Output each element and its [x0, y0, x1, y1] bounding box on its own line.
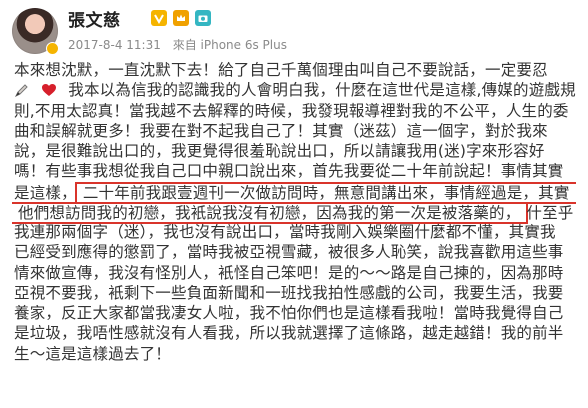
post-line: 情來做宣傳，我沒有怪別人，衹怪自己笨吧！是的～～路是自己揀的，因為那時 — [14, 263, 584, 283]
highlighted-text-box: 二十年前我跟壹週刊一次做訪問時，無意間講出來，事情經過是，其實 — [74, 181, 576, 204]
post-line-text: 本來想沈默，一直沈默下去！給了自己千萬個理由叫自己不要說話，一定要忍 — [14, 61, 548, 79]
post-line-text: 已經受到應得的懲罰了，當時我被亞視雪藏，被很多人恥笑，說我喜歡用這些事 — [14, 243, 564, 262]
post-line-text: 曲和誤解就更多！我要在對不起我自己了！其實（迷茲）這一個字，對於我來 — [14, 121, 548, 140]
post-header: 張文慈 2017-8-4 11:31 來自 iPhone 6s Plus — [0, 0, 588, 60]
post-line: 說，是很難說出口的，我更覺得很羞恥說出口，所以請讓我用(迷)字來形容好 — [14, 141, 584, 161]
post-line-text: 是垃圾，我唔性感就沒有人看我，所以我就選擇了這條路，越走越錯！我的前半 — [14, 324, 564, 343]
post-line-text: 則,不用太認真！當我越不去解釋的時候，我發現報導裡對我的不公平，人生的委 — [14, 101, 569, 120]
post-body: 本來想沈默，一直沈默下去！給了自己千萬個理由叫自己不要說話，一定要忍 我本以為信… — [12, 60, 584, 364]
post-line: 本來想沈默，一直沈默下去！給了自己千萬個理由叫自己不要說話，一定要忍 — [14, 60, 584, 80]
post-timestamp[interactable]: 2017-8-4 11:31 — [68, 38, 161, 52]
heart-icon — [41, 82, 57, 98]
post-line: 嗎！有些事我想從我自己口中親口說出來，首先我要從二十年前說起！事情其實 — [14, 161, 584, 181]
highlighted-text-box: 他們想訪問我的初戀，我衹說我沒有初戀，因為我的第一次是被落藥的， — [12, 201, 529, 224]
post-line: 養家，反正大家都當我凄女人啦，我不怕你們也是這樣看我啦！當時我覺得自己 — [14, 303, 584, 323]
post-line-highlighted: 是這樣， 二十年前我跟壹週刊一次做訪問時，無意間講出來，事情經過是，其實 — [14, 181, 584, 204]
post-line-highlighted: 他們想訪問我的初戀，我衹說我沒有初戀，因為我的第一次是被落藥的， 什至乎 — [12, 201, 584, 224]
camera-icon — [195, 10, 211, 26]
post-line-text: 養家，反正大家都當我凄女人啦，我不怕你們也是這樣看我啦！當時我覺得自己 — [14, 304, 564, 322]
post-meta: 2017-8-4 11:31 來自 iPhone 6s Plus — [68, 36, 295, 53]
post-line-text: 我連那兩個字（迷），我也沒有說出口，當時我剛入娛樂圈什麼都不懂，其實我 — [14, 223, 556, 241]
post-line-text: 我本以為信我的認識我的人會明白我，什麼在這世代是這樣,傳媒的遊戲規 — [68, 81, 576, 100]
post-line-text: 嗎！有些事我想從我自己口中親口說出來，首先我要從二十年前說起！事情其實 — [14, 162, 564, 181]
post-line: 是垃圾，我唔性感就沒有人看我，所以我就選擇了這條路，越走越錯！我的前半 — [14, 323, 584, 343]
post-line-text: 是這樣， — [14, 183, 77, 202]
post-line-text: 情來做宣傳，我沒有怪別人，衹怪自己笨吧！是的～～路是自己揀的，因為那時 — [14, 263, 564, 282]
post-line: 亞視不要我，衹剩下一些負面新聞和一班找我拍性感戲的公司，我要生活，我要 — [14, 283, 584, 303]
post-source: 來自 iPhone 6s Plus — [172, 38, 287, 52]
username[interactable]: 張文慈 — [68, 6, 121, 31]
post-line-text: 生～這是這樣過去了！ — [14, 344, 172, 363]
post-line: 已經受到應得的懲罰了，當時我被亞視雪藏，被很多人恥笑，說我喜歡用這些事 — [14, 242, 584, 262]
post-line: 曲和誤解就更多！我要在對不起我自己了！其實（迷茲）這一個字，對於我來 — [14, 121, 584, 141]
post-line: 生～這是這樣過去了！ — [14, 344, 584, 364]
post-line-text: 說，是很難說出口的，我更覺得很羞恥說出口，所以請讓我用(迷)字來形容好 — [14, 142, 545, 160]
post-line-text: 亞視不要我，衹剩下一些負面新聞和一班找我拍性感戲的公司，我要生活，我要 — [14, 283, 564, 302]
post-line: 則,不用太認真！當我越不去解釋的時候，我發現報導裡對我的不公平，人生的委 — [14, 101, 584, 121]
post-line-text: 什至乎 — [526, 203, 574, 222]
user-badges — [151, 9, 211, 27]
post-line: 我連那兩個字（迷），我也沒有說出口，當時我剛入娛樂圈什麼都不懂，其實我 — [14, 222, 584, 242]
crown-icon — [173, 10, 189, 26]
verified-badge-icon — [46, 42, 59, 55]
pencil-icon — [14, 82, 30, 98]
vip-icon — [151, 10, 167, 26]
post-line: 我本以為信我的認識我的人會明白我，什麼在這世代是這樣,傳媒的遊戲規 — [14, 80, 584, 100]
